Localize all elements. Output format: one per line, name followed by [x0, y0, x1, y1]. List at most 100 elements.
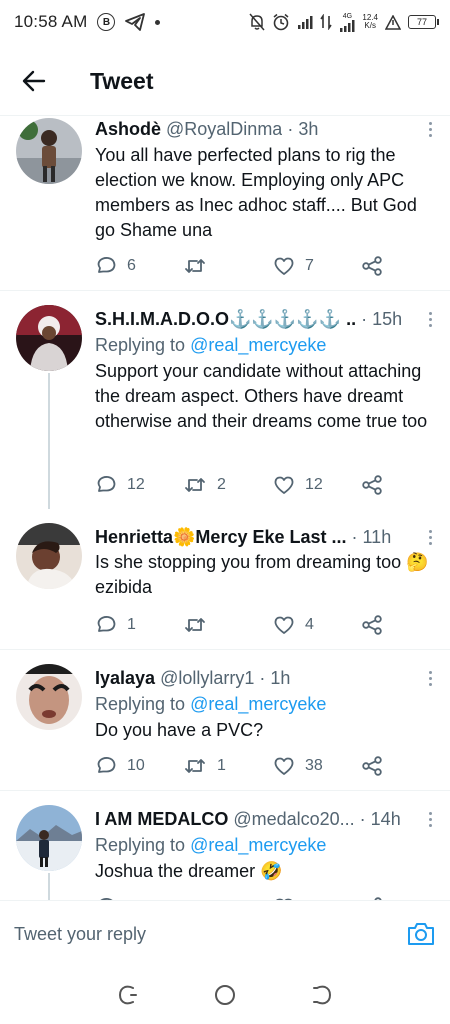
- author-handle[interactable]: @RoyalDinma: [166, 118, 282, 140]
- tweet-text: Do you have a PVC?: [95, 720, 264, 740]
- like-count: 38: [305, 757, 323, 774]
- reply-button[interactable]: 12: [95, 473, 145, 497]
- retweet-count: 2: [217, 476, 226, 493]
- author-name[interactable]: S.H.I.M.A.D.O.O⚓⚓⚓⚓⚓ ..: [95, 308, 356, 330]
- retweet-button[interactable]: [183, 613, 217, 637]
- tweet-actions: 6 7: [95, 254, 395, 278]
- back-button[interactable]: [14, 61, 54, 101]
- retweet-button[interactable]: [183, 254, 217, 278]
- thread-line: [48, 373, 50, 509]
- reply-tweet[interactable]: Iyalaya @lollylarry1 · 1h Replying to @r…: [0, 650, 450, 790]
- tweet-content: Ashodè @RoyalDinma · 3h You all have per…: [95, 118, 436, 243]
- reply-count: 1: [127, 616, 136, 633]
- system-back-button[interactable]: [307, 980, 337, 1010]
- like-count: 4: [305, 616, 314, 633]
- net-speed-unit: K/s: [364, 21, 376, 30]
- avatar[interactable]: [16, 664, 82, 730]
- replying-prefix: Replying to: [95, 335, 186, 355]
- more-options-icon[interactable]: [422, 118, 438, 140]
- retweet-icon: [185, 478, 205, 492]
- reply-button[interactable]: 6: [95, 254, 136, 278]
- like-button[interactable]: 4: [273, 613, 314, 637]
- tweet-text: You all have perfected plans to rig the …: [95, 145, 417, 240]
- more-options-icon[interactable]: [422, 667, 438, 689]
- replying-mention[interactable]: @real_mercyeke: [190, 694, 326, 714]
- replying-prefix: Replying to: [95, 694, 186, 714]
- net-speed: 12.4 K/s: [362, 14, 378, 30]
- net-type-label: 4G: [342, 12, 353, 20]
- tweet-time: · 1h: [259, 668, 291, 688]
- like-button[interactable]: 7: [273, 254, 314, 278]
- tweet-text: Joshua the dreamer 🤣: [95, 861, 283, 881]
- share-button[interactable]: [361, 754, 383, 778]
- reply-icon: [97, 257, 116, 273]
- page-title: Tweet: [90, 67, 154, 94]
- reply-input[interactable]: [14, 919, 374, 949]
- more-options-icon[interactable]: [422, 526, 438, 548]
- reply-button[interactable]: 1: [95, 613, 136, 637]
- reply-tweet[interactable]: S.H.I.M.A.D.O.O⚓⚓⚓⚓⚓ .. · 15h Replying t…: [0, 291, 450, 509]
- share-icon: [362, 256, 382, 276]
- replying-prefix: Replying to: [95, 835, 186, 855]
- share-icon: [362, 615, 382, 635]
- author-name[interactable]: I AM MEDALCO: [95, 808, 228, 830]
- reply-button[interactable]: 10: [95, 754, 145, 778]
- author-name[interactable]: Iyalaya: [95, 667, 155, 689]
- status-time: 10:58 AM: [14, 12, 88, 31]
- replying-mention[interactable]: @real_mercyeke: [190, 335, 326, 355]
- replying-mention[interactable]: @real_mercyeke: [190, 835, 326, 855]
- home-button[interactable]: [210, 980, 240, 1010]
- author-name[interactable]: Henrietta🌼Mercy Eke Last ...: [95, 526, 347, 548]
- reply-count: 10: [127, 757, 145, 774]
- tweet-header: I AM MEDALCO @medalco20... · 14h: [95, 808, 436, 830]
- share-button[interactable]: [361, 613, 383, 637]
- thread-line: [48, 873, 50, 900]
- avatar[interactable]: [16, 523, 82, 589]
- share-icon: [362, 756, 382, 776]
- camera-button[interactable]: [406, 919, 436, 949]
- retweet-button[interactable]: 2: [183, 473, 226, 497]
- tweet-text: Support your candidate without attaching…: [95, 361, 428, 431]
- author-handle[interactable]: @medalco20...: [233, 808, 354, 830]
- reply-icon: [97, 476, 116, 492]
- reply-composer: [0, 900, 450, 966]
- replying-to: Replying to @real_mercyeke: [95, 692, 436, 716]
- reply-count: 12: [127, 476, 145, 493]
- author-name[interactable]: Ashodè: [95, 118, 161, 140]
- tweet-time: · 15h: [361, 309, 403, 329]
- tweet-time: · 3h: [287, 119, 319, 139]
- author-handle[interactable]: @lollylarry1: [160, 667, 254, 689]
- heart-icon: [274, 476, 294, 494]
- more-options-icon[interactable]: [422, 308, 438, 330]
- app-header: Tweet: [0, 52, 450, 110]
- signal-icon: [298, 16, 313, 29]
- like-button[interactable]: 12: [273, 473, 323, 497]
- share-button[interactable]: [361, 254, 383, 278]
- tweet-actions: 10 1 38: [95, 754, 395, 778]
- heart-icon: [274, 757, 294, 775]
- tweet-time: · 11h: [351, 527, 392, 547]
- tweet-header: Ashodè @RoyalDinma · 3h: [95, 118, 436, 140]
- avatar[interactable]: [16, 305, 82, 371]
- reply-tweet[interactable]: Henrietta🌼Mercy Eke Last ... · 11h Is sh…: [0, 509, 450, 649]
- alert-icon: [385, 14, 401, 30]
- more-options-icon[interactable]: [422, 808, 438, 830]
- battery-icon: 77: [408, 15, 439, 29]
- retweet-icon: [185, 259, 205, 273]
- reply-tweet[interactable]: Ashodè @RoyalDinma · 3h You all have per…: [0, 116, 450, 290]
- dot-icon: [155, 19, 161, 25]
- mute-icon: [249, 13, 265, 31]
- tweet-content: I AM MEDALCO @medalco20... · 14h Replyin…: [95, 808, 436, 884]
- like-button[interactable]: 38: [273, 754, 323, 778]
- alarm-icon: [273, 13, 289, 31]
- avatar[interactable]: [16, 805, 82, 871]
- recents-button[interactable]: [113, 980, 143, 1010]
- reply-tweet[interactable]: I AM MEDALCO @medalco20... · 14h Replyin…: [0, 791, 450, 900]
- net-type-indicator: 4G: [339, 13, 355, 32]
- data-arrows-icon: [320, 14, 333, 30]
- heart-icon: [274, 616, 294, 634]
- notification-icons: B: [97, 13, 161, 31]
- retweet-button[interactable]: 1: [183, 754, 226, 778]
- avatar[interactable]: [16, 118, 82, 184]
- share-button[interactable]: [361, 473, 383, 497]
